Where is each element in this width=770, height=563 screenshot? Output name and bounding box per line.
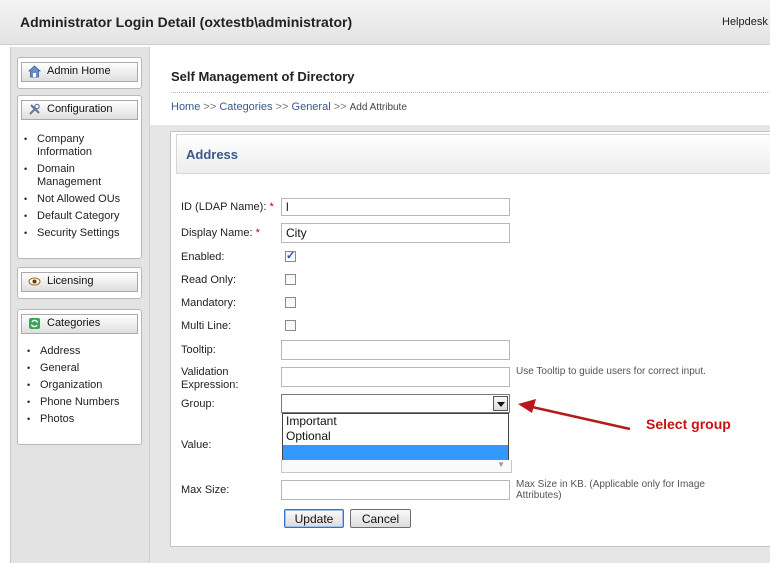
sidebar-item-company-information[interactable]: Company Information bbox=[24, 133, 136, 159]
sidebar-item-not-allowed-ous[interactable]: Not Allowed OUs bbox=[24, 193, 136, 206]
sidebar-item-phone-numbers[interactable]: Phone Numbers bbox=[27, 396, 139, 409]
configuration-header[interactable]: Configuration bbox=[21, 100, 138, 120]
categories-panel: Categories Address General Organization … bbox=[17, 309, 142, 445]
sidebar-item-general[interactable]: General bbox=[27, 362, 139, 375]
admin-home-button[interactable]: Admin Home bbox=[21, 62, 138, 82]
section-title: Address bbox=[186, 147, 239, 162]
value-label: Value: bbox=[181, 439, 212, 451]
read-only-checkbox[interactable] bbox=[285, 274, 296, 285]
licensing-panel: Licensing bbox=[17, 267, 142, 299]
sidebar: Admin Home Configuration Company Informa… bbox=[10, 47, 150, 563]
group-option-important[interactable]: Important bbox=[283, 414, 508, 429]
configuration-menu: Company Information Domain Management No… bbox=[24, 133, 136, 244]
cancel-button[interactable]: Cancel bbox=[350, 509, 411, 528]
helpdesk-link[interactable]: Helpdesk bbox=[722, 16, 768, 28]
group-option-blank[interactable] bbox=[283, 445, 508, 460]
group-select[interactable] bbox=[281, 394, 510, 413]
categories-menu: Address General Organization Phone Numbe… bbox=[27, 345, 139, 430]
breadcrumb-categories[interactable]: Categories bbox=[219, 101, 272, 113]
tooltip-label: Tooltip: bbox=[181, 344, 216, 356]
title-divider bbox=[171, 92, 770, 93]
enabled-label: Enabled: bbox=[181, 251, 225, 263]
max-size-label: Max Size: bbox=[181, 484, 230, 496]
main-header: Self Management of Directory Home >> Cat… bbox=[150, 47, 770, 125]
tooltip-input[interactable] bbox=[281, 340, 510, 360]
enabled-checkbox[interactable] bbox=[285, 249, 296, 262]
required-marker: * bbox=[255, 227, 260, 239]
page-title: Self Management of Directory bbox=[171, 69, 355, 84]
group-dropdown-list: Important Optional bbox=[282, 413, 509, 461]
mandatory-checkbox[interactable] bbox=[285, 297, 296, 308]
display-name-label-text: Display Name: bbox=[181, 227, 253, 239]
section-header: Address bbox=[176, 134, 770, 174]
validation-label: Validation Expression: bbox=[181, 366, 239, 391]
max-size-input[interactable] bbox=[281, 480, 510, 500]
id-input[interactable] bbox=[281, 198, 510, 216]
eye-icon bbox=[28, 277, 41, 286]
display-name-input[interactable] bbox=[281, 223, 510, 243]
breadcrumb-current: Add Attribute bbox=[349, 102, 407, 113]
sidebar-item-photos[interactable]: Photos bbox=[27, 413, 139, 426]
tools-icon bbox=[29, 103, 40, 115]
app-title: Administrator Login Detail (oxtestb\admi… bbox=[20, 14, 353, 30]
id-label: ID (LDAP Name): * bbox=[181, 201, 274, 214]
sidebar-item-default-category[interactable]: Default Category bbox=[24, 210, 136, 223]
multi-line-label: Multi Line: bbox=[181, 320, 232, 332]
group-option-optional[interactable]: Optional bbox=[283, 429, 508, 444]
multi-line-checkbox[interactable] bbox=[285, 320, 296, 331]
sidebar-item-address[interactable]: Address bbox=[27, 345, 139, 358]
select-group-callout: Select group bbox=[646, 416, 731, 432]
categories-label: Categories bbox=[47, 317, 101, 329]
configuration-panel: Configuration Company Information Domain… bbox=[17, 95, 142, 259]
tooltip-hint: Use Tooltip to guide users for correct i… bbox=[516, 366, 706, 377]
sidebar-item-security-settings[interactable]: Security Settings bbox=[24, 227, 136, 240]
refresh-icon bbox=[29, 318, 40, 329]
licensing-button[interactable]: Licensing bbox=[21, 272, 138, 292]
required-marker: * bbox=[269, 201, 274, 213]
max-size-hint: Max Size in KB. (Applicable only for Ima… bbox=[516, 479, 705, 501]
licensing-label: Licensing bbox=[47, 275, 94, 287]
categories-header[interactable]: Categories bbox=[21, 314, 138, 334]
value-textarea[interactable]: ▼ bbox=[281, 460, 512, 473]
sidebar-item-organization[interactable]: Organization bbox=[27, 379, 139, 392]
house-icon bbox=[28, 65, 41, 78]
breadcrumb-general[interactable]: General bbox=[292, 101, 331, 113]
breadcrumb-separator: >> bbox=[333, 101, 347, 113]
breadcrumb-home[interactable]: Home bbox=[171, 101, 200, 113]
configuration-label: Configuration bbox=[47, 103, 113, 115]
admin-home-panel: Admin Home bbox=[17, 57, 142, 89]
breadcrumb: Home >> Categories >> General >> Add Att… bbox=[171, 101, 407, 113]
scroll-down-icon[interactable]: ▼ bbox=[497, 460, 505, 469]
chevron-down-icon[interactable] bbox=[493, 396, 508, 411]
id-label-text: ID (LDAP Name): bbox=[181, 201, 267, 213]
sidebar-item-domain-management[interactable]: Domain Management bbox=[24, 163, 136, 189]
update-button[interactable]: Update bbox=[284, 509, 344, 528]
admin-home-label: Admin Home bbox=[47, 65, 111, 77]
mandatory-label: Mandatory: bbox=[181, 297, 237, 309]
display-name-label: Display Name: * bbox=[181, 227, 260, 240]
validation-input[interactable] bbox=[281, 367, 510, 387]
breadcrumb-separator: >> bbox=[275, 101, 289, 113]
annotation-arrow bbox=[518, 399, 631, 431]
read-only-label: Read Only: bbox=[181, 274, 237, 286]
breadcrumb-separator: >> bbox=[203, 101, 217, 113]
group-label: Group: bbox=[181, 398, 215, 410]
top-bar: Administrator Login Detail (oxtestb\admi… bbox=[0, 0, 770, 45]
